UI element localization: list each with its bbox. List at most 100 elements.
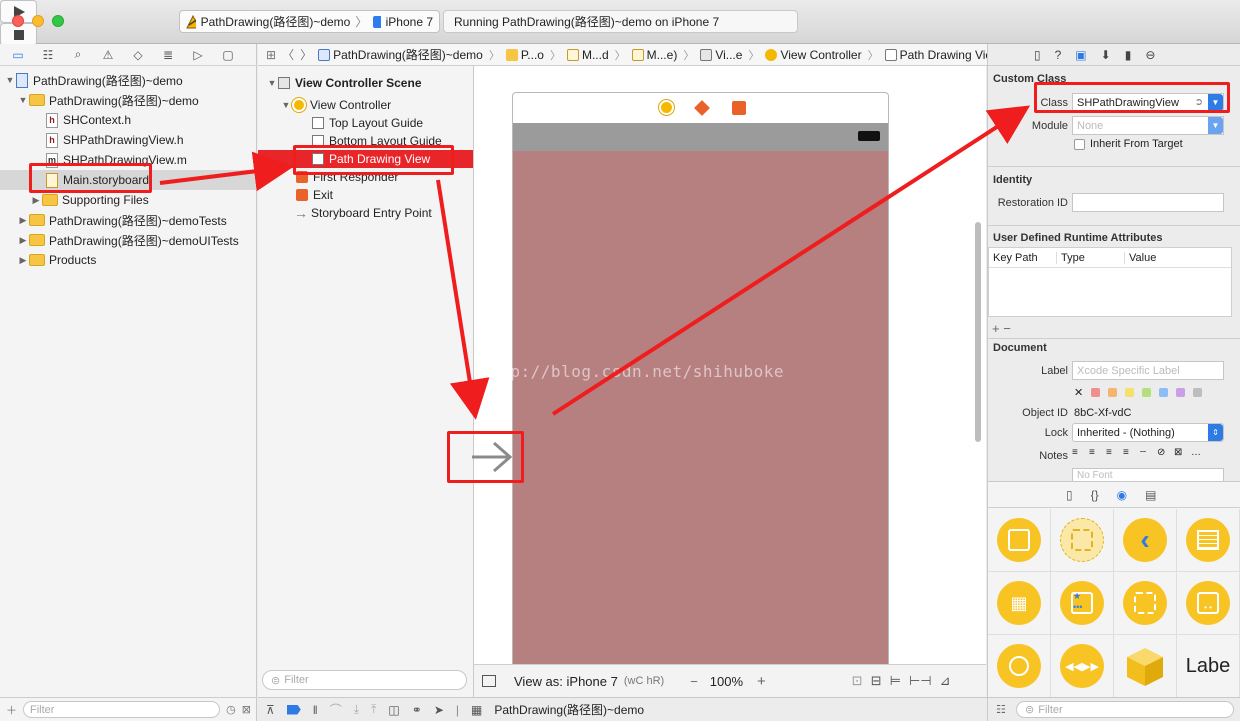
breadcrumb-item[interactable]: View Controller	[765, 48, 862, 62]
align-center-icon[interactable]: ≡	[1089, 447, 1103, 458]
hide-debug-area-icon[interactable]: ⊼	[266, 703, 275, 717]
debug-target-label[interactable]: PathDrawing(路径图)~demo	[494, 701, 644, 718]
align-justify-icon[interactable]: ≡	[1123, 447, 1137, 458]
library-item-view-controller[interactable]	[988, 509, 1051, 572]
folder-tab-icon[interactable]: ▭	[10, 48, 26, 62]
disclosure-open-icon[interactable]: ▼	[266, 78, 278, 88]
step-out-icon[interactable]: ⤒	[371, 702, 376, 717]
align-icon[interactable]: ⊨	[890, 673, 901, 689]
disclosure-open-icon[interactable]: ▼	[280, 100, 292, 110]
dash-icon[interactable]: ┄	[1140, 447, 1154, 458]
minimize-window-button[interactable]	[32, 15, 44, 27]
add-icon[interactable]: ＋	[6, 702, 17, 718]
runtime-attributes-table[interactable]: Key Path Type Value	[988, 247, 1232, 317]
outline-view-controller[interactable]: ▼ View Controller	[280, 96, 391, 114]
simulate-location-icon[interactable]: ➤	[434, 703, 444, 717]
grid-view-icon[interactable]: ☷	[996, 703, 1006, 716]
library-item-storyboard-reference[interactable]	[1051, 509, 1114, 572]
add-remove-attribute-buttons[interactable]: + −	[992, 321, 1011, 336]
view-as-label[interactable]: View as: iPhone 7	[514, 674, 618, 689]
outline-filter-input[interactable]: ⊜ Filter	[262, 670, 467, 690]
breadcrumb-item[interactable]: Path Drawing View	[884, 48, 1001, 62]
outline-top-layout-guide[interactable]: Top Layout Guide	[312, 114, 423, 132]
column-key-path[interactable]: Key Path	[989, 251, 1057, 264]
disclosure-closed-icon[interactable]: ▶	[17, 235, 29, 246]
gray-swatch[interactable]	[1193, 388, 1203, 397]
breakpoint-tab-icon[interactable]: ▷	[190, 48, 206, 62]
disclosure-closed-icon[interactable]: ▶	[17, 255, 29, 266]
module-combo-box[interactable]: None ▼	[1072, 116, 1224, 135]
library-item-object[interactable]	[1114, 635, 1177, 698]
library-item-av-player-controller[interactable]: ◀◀▶▶	[1051, 635, 1114, 698]
lock-popup[interactable]: Inherited - (Nothing) ⇕	[1072, 423, 1224, 442]
outline-scene[interactable]: ▼ View Controller Scene	[266, 74, 422, 92]
view-controller-dock-icon[interactable]	[659, 100, 674, 115]
inherit-from-target-checkbox[interactable]: Inherit From Target	[1074, 138, 1183, 150]
purple-swatch[interactable]	[1176, 388, 1186, 397]
navigator-filter-input[interactable]: Filter	[23, 701, 221, 718]
library-item-collection-view-controller[interactable]: ▦	[988, 572, 1051, 635]
scheme-selector[interactable]: PathDrawing(路径图)~demo 〉 iPhone 7	[179, 10, 440, 33]
tree-item-group[interactable]: ▼ PathDrawing(路径图)~demo	[0, 90, 257, 110]
breadcrumb-item[interactable]: M...e)	[631, 48, 677, 62]
tree-item-project[interactable]: ▼ PathDrawing(路径图)~demo	[0, 70, 257, 90]
object-library-icon[interactable]: ◉	[1117, 488, 1127, 502]
resolve-issues-icon[interactable]: ⊿	[940, 673, 951, 689]
exit-dock-icon[interactable]	[732, 101, 746, 115]
tree-item-group[interactable]: ▶ Products	[0, 250, 257, 270]
tree-item-file[interactable]: h SHContext.h	[0, 110, 257, 130]
column-value[interactable]: Value	[1125, 252, 1156, 264]
code-snippet-icon[interactable]: {}	[1091, 488, 1099, 502]
restoration-id-field[interactable]	[1072, 193, 1224, 212]
report-tab-icon[interactable]: ▢	[220, 48, 236, 62]
path-drawing-view[interactable]	[513, 151, 888, 664]
library-item-tab-bar-controller[interactable]: ★ •••	[1051, 572, 1114, 635]
memory-graph-icon[interactable]: ⚭	[412, 703, 422, 717]
chevron-updown-icon[interactable]: ⇕	[1208, 424, 1223, 441]
breadcrumb-item[interactable]: PathDrawing(路径图)~demo	[318, 46, 483, 63]
library-item-navigation-controller[interactable]: ‹	[1114, 509, 1177, 572]
outline-entry-point[interactable]: → Storyboard Entry Point	[294, 204, 432, 222]
label-color-picker[interactable]: ✕	[1074, 386, 1203, 399]
tree-item-group[interactable]: ▶ PathDrawing(路径图)~demoTests	[0, 210, 257, 230]
align-right-icon[interactable]: ≡	[1106, 447, 1120, 458]
file-template-icon[interactable]: ▯	[1066, 488, 1073, 502]
disclosure-open-icon[interactable]: ▼	[17, 95, 29, 105]
stack-icon[interactable]: ⊟	[871, 673, 882, 689]
tree-item-file[interactable]: h SHPathDrawingView.h	[0, 130, 257, 150]
document-outline-toggle-icon[interactable]	[482, 675, 496, 687]
first-responder-dock-icon[interactable]	[694, 100, 710, 116]
close-window-button[interactable]	[12, 15, 24, 27]
library-item-label[interactable]: Labe	[1177, 635, 1240, 698]
strike-icon[interactable]: ⊘	[1157, 447, 1171, 458]
breadcrumb-item[interactable]: P...o	[505, 48, 544, 62]
disclosure-closed-icon[interactable]: ▶	[17, 215, 29, 226]
search-tab-icon[interactable]: ⌕	[70, 47, 86, 62]
quick-help-icon[interactable]: ?	[1055, 48, 1062, 62]
size-inspector-icon[interactable]: ▮	[1125, 48, 1132, 62]
library-item-split-view-controller[interactable]	[1114, 572, 1177, 635]
zoom-in-icon[interactable]: +	[757, 673, 766, 690]
tree-item-group[interactable]: ▶ PathDrawing(路径图)~demoUITests	[0, 230, 257, 250]
library-item-page-view-controller[interactable]: • •	[1177, 572, 1240, 635]
library-item-glkit-view-controller[interactable]	[988, 635, 1051, 698]
canvas-vertical-scrollbar[interactable]	[975, 222, 981, 442]
scm-filter-icon[interactable]: ⊠	[242, 703, 251, 716]
update-frames-icon[interactable]: ⊡	[852, 673, 863, 689]
checkbox-icon[interactable]	[1074, 138, 1085, 150]
column-type[interactable]: Type	[1057, 251, 1125, 264]
step-into-icon[interactable]: ⤓	[354, 702, 359, 717]
forward-button[interactable]: 〉	[300, 46, 312, 63]
view-debugger-icon[interactable]: ◫	[388, 703, 399, 717]
pause-icon[interactable]: ‖	[313, 703, 318, 717]
attributes-inspector-icon[interactable]: ⬇	[1101, 48, 1111, 62]
library-filter-input[interactable]: ⊜ Filter	[1016, 701, 1234, 718]
no-color-icon[interactable]: ⊠	[1174, 447, 1188, 458]
connections-inspector-icon[interactable]: ⊖	[1145, 48, 1155, 62]
step-over-icon[interactable]: ⌒	[330, 701, 342, 718]
breadcrumb-item[interactable]: M...d	[566, 48, 609, 62]
library-item-table-view-controller[interactable]	[1177, 509, 1240, 572]
breadcrumb-item[interactable]: Vi...e	[700, 48, 742, 62]
notes-font-field[interactable]: No Font	[1072, 468, 1224, 481]
symbol-tab-icon[interactable]: ☷	[40, 48, 56, 62]
